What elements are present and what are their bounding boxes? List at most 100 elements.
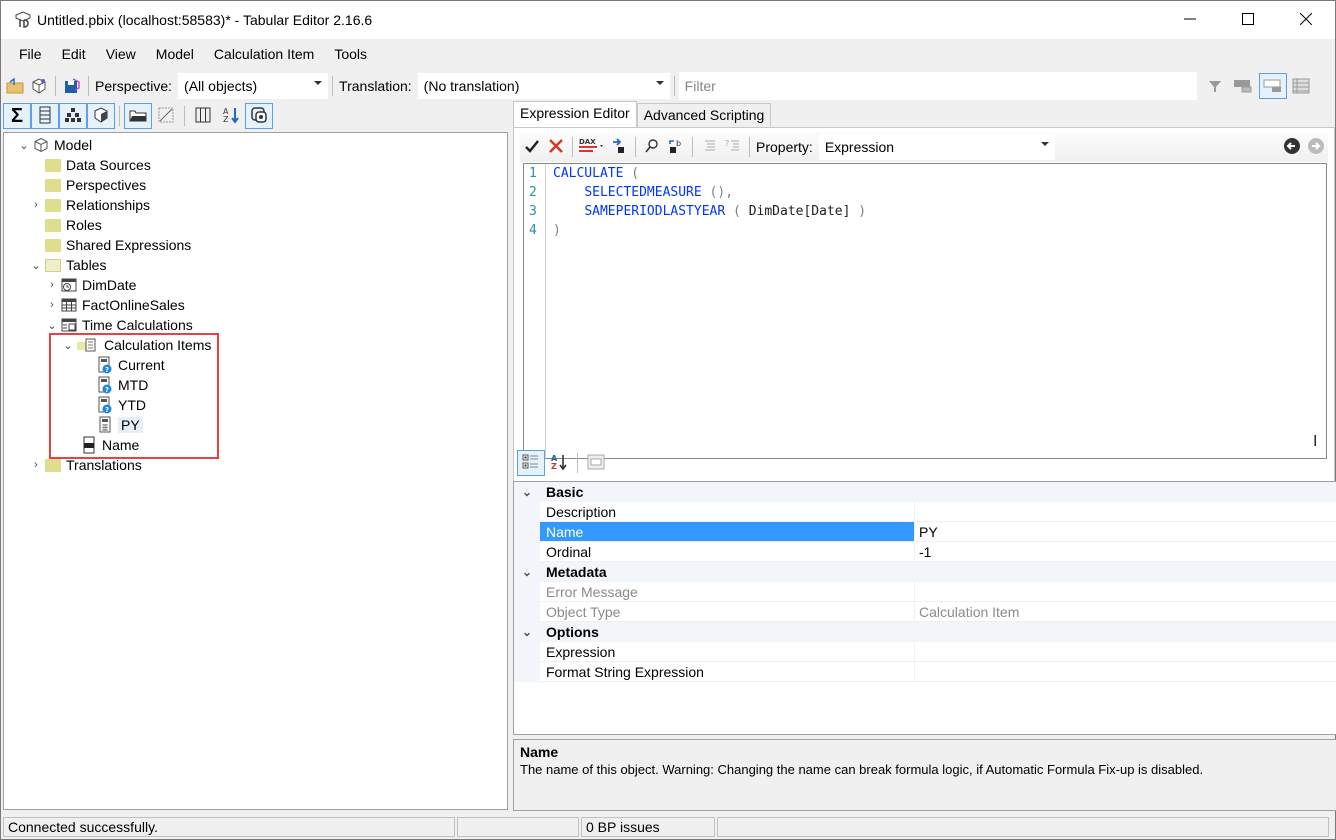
tree-item-perspectives[interactable]: Perspectives [30, 175, 146, 195]
description-title: Name [520, 744, 559, 760]
arrow-right-icon [1307, 137, 1325, 158]
title-bar: Untitled.pbix (localhost:58583)* - Tabul… [1, 1, 1335, 39]
category-basic[interactable]: ⌄ Basic [514, 482, 1336, 502]
toolbar-separator [88, 76, 89, 96]
property-row-expression[interactable]: Expression [514, 642, 1336, 662]
menu-view[interactable]: View [96, 39, 146, 69]
tab-expression-editor[interactable]: Expression Editor [513, 101, 637, 127]
property-row-ordinal[interactable]: Ordinal -1 [514, 542, 1336, 562]
replace-icon: b [668, 138, 684, 157]
property-value-ordinal[interactable]: -1 [914, 542, 1336, 562]
tree-item-roles[interactable]: Roles [30, 215, 102, 235]
property-pages-button[interactable] [582, 450, 610, 476]
maximize-button[interactable] [1219, 1, 1277, 39]
property-row-error-message[interactable]: Error Message [514, 582, 1336, 602]
property-row-name[interactable]: Name PY [514, 522, 1336, 542]
save-button[interactable] [60, 74, 84, 98]
tree-item-tables[interactable]: ⌄ Tables [30, 255, 106, 275]
app-window: Untitled.pbix (localhost:58583)* - Tabul… [0, 0, 1336, 840]
chevron-down-icon[interactable]: ⌄ [514, 562, 540, 582]
comment-button[interactable] [697, 135, 721, 159]
menu-tools[interactable]: Tools [324, 39, 377, 69]
open-folder-button[interactable] [3, 74, 27, 98]
category-options[interactable]: ⌄ Options [514, 622, 1336, 642]
list-view-button[interactable] [1289, 74, 1313, 98]
chevron-right-icon[interactable]: › [30, 455, 42, 475]
layout-view-button-1[interactable] [1231, 74, 1255, 98]
chevron-down-icon[interactable]: ⌄ [46, 315, 58, 335]
show-measures-toggle[interactable]: Σ [3, 103, 31, 129]
property-row-format-string[interactable]: Format String Expression [514, 662, 1336, 682]
chevron-right-icon[interactable]: › [46, 275, 58, 295]
description-text: The name of this object. Warning: Changi… [520, 762, 1204, 777]
chevron-down-icon[interactable]: ⌄ [514, 622, 540, 642]
show-translations-toggle[interactable] [245, 103, 273, 129]
translation-dropdown[interactable]: (No translation) [417, 73, 670, 99]
cancel-button[interactable] [544, 135, 568, 159]
uncomment-button[interactable]: ? [721, 135, 745, 159]
categorized-view-button[interactable] [517, 450, 545, 476]
model-tree[interactable]: ⌄ Model Data Sources Perspectives › Rela… [3, 132, 508, 810]
chevron-down-icon[interactable]: ⌄ [30, 255, 42, 275]
menu-file[interactable]: File [9, 39, 52, 69]
sort-alphabetical-button[interactable]: AZ [217, 103, 245, 129]
tree-item-relationships[interactable]: › Relationships [30, 195, 150, 215]
layout-view-button-2[interactable] [1258, 73, 1287, 99]
property-row-object-type[interactable]: Object Type Calculation Item [514, 602, 1336, 622]
property-value-format-string[interactable] [914, 662, 1336, 682]
property-dropdown[interactable]: Expression [818, 134, 1055, 160]
minimize-button[interactable] [1161, 1, 1219, 39]
show-hierarchies-toggle[interactable] [59, 103, 87, 129]
find-button[interactable] [640, 135, 664, 159]
tree-item-shared-expressions[interactable]: Shared Expressions [30, 235, 191, 255]
metadata-columns-button[interactable] [189, 103, 217, 129]
property-value-expression[interactable] [914, 642, 1336, 662]
category-metadata[interactable]: ⌄ Metadata [514, 562, 1336, 582]
chevron-down-icon[interactable]: ⌄ [18, 135, 30, 155]
hidden-icon [158, 107, 174, 126]
bp-issues-status[interactable]: 0 BP issues [581, 817, 715, 837]
tree-item-model[interactable]: ⌄ Model [18, 135, 92, 155]
window-title: Untitled.pbix (localhost:58583)* - Tabul… [37, 12, 373, 28]
back-button[interactable] [1280, 135, 1304, 159]
chevron-right-icon[interactable]: › [30, 195, 42, 215]
show-hidden-toggle[interactable] [152, 103, 180, 129]
deploy-model-button[interactable] [27, 74, 51, 98]
tree-item-time-calculations[interactable]: ⌄ Time Calculations [46, 315, 193, 335]
tree-item-dimdate[interactable]: › DimDate [46, 275, 136, 295]
filter-button[interactable] [1203, 74, 1227, 98]
cube-icon [92, 106, 110, 127]
tree-item-label: Time Calculations [82, 317, 193, 333]
filter-input[interactable]: Filter [678, 72, 1197, 100]
menu-model[interactable]: Model [146, 39, 204, 69]
tab-advanced-scripting[interactable]: Advanced Scripting [636, 103, 772, 127]
chevron-down-icon[interactable]: ⌄ [514, 482, 540, 502]
insert-button[interactable] [607, 135, 631, 159]
property-pages-icon [587, 454, 605, 473]
chevron-right-icon[interactable]: › [46, 295, 58, 315]
search-icon [644, 138, 660, 157]
tree-item-factonlinesales[interactable]: › FactOnlineSales [46, 295, 185, 315]
property-value-name[interactable]: PY [914, 522, 1336, 542]
perspective-dropdown[interactable]: (All objects) [178, 73, 329, 99]
property-description-panel: Name The name of this object. Warning: C… [513, 739, 1336, 811]
replace-button[interactable]: b [664, 135, 688, 159]
property-value-description[interactable] [914, 502, 1336, 522]
dax-paren: ( [623, 166, 640, 181]
dax-code-editor[interactable]: 1 2 3 4 CALCULATE ( SELECTEDMEASURE (), … [523, 163, 1327, 459]
tree-item-data-sources[interactable]: Data Sources [30, 155, 151, 175]
status-panel-extra [717, 817, 1329, 837]
display-folders-toggle[interactable] [124, 103, 152, 129]
menu-edit[interactable]: Edit [52, 39, 96, 69]
alphabetical-view-button[interactable]: AZ [545, 450, 573, 476]
forward-button[interactable] [1304, 135, 1328, 159]
property-row-description[interactable]: Description [514, 502, 1336, 522]
accept-button[interactable] [520, 135, 544, 159]
dax-formatter-button[interactable]: DAX [577, 135, 607, 159]
close-button[interactable] [1277, 1, 1335, 39]
show-partitions-toggle[interactable] [87, 103, 115, 129]
menu-calculation-item[interactable]: Calculation Item [204, 39, 324, 69]
show-columns-toggle[interactable] [31, 103, 59, 129]
editor-toolbar: DAX b ? Property: Expression [520, 132, 1328, 162]
svg-text:b: b [676, 139, 681, 148]
